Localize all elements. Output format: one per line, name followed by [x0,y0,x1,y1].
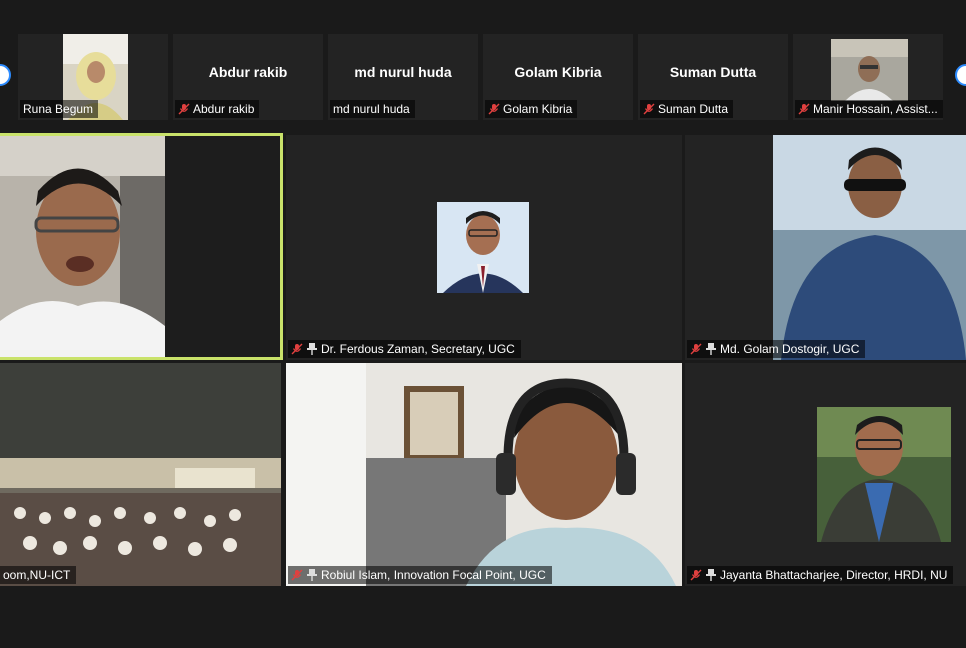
strip-tile-runa-begum[interactable]: Runa Begum [18,34,168,120]
participant-label: Suman Dutta [640,100,734,118]
pin-icon [706,569,716,581]
mic-off-icon [291,343,303,355]
strip-scroll-left-button[interactable] [0,64,11,86]
mic-off-icon [690,569,702,581]
participant-name: Suman Dutta [669,64,757,80]
participant-video [286,363,682,586]
video-tile-jayanta-bhattacharjee[interactable]: Jayanta Bhattacharjee, Director, HRDI, N… [685,363,966,586]
video-tile-robiul-islam[interactable]: Robiul Islam, Innovation Focal Point, UG… [286,363,682,586]
participant-label: Md. Golam Dostogir, UGC [687,340,866,358]
mic-off-icon [291,569,303,581]
participant-name: md nurul huda [354,64,452,80]
participant-label: Runa Begum [20,100,99,118]
participant-name: Golam Kibria [514,64,602,80]
pin-icon [307,343,317,355]
participant-name: Abdur rakib [208,64,288,80]
mic-off-icon [798,103,810,115]
participant-video [831,39,908,101]
participant-video [773,135,966,360]
video-tile-ferdous-zaman[interactable]: Dr. Ferdous Zaman, Secretary, UGC [286,135,682,360]
video-tile-golam-dostogir[interactable]: Md. Golam Dostogir, UGC [685,135,966,360]
profile-picture [817,407,951,542]
mic-off-icon [488,103,500,115]
participant-video [0,136,165,357]
strip-tile-suman-dutta[interactable]: Suman Dutta Suman Dutta [638,34,788,120]
video-tile-active-speaker[interactable] [0,133,283,360]
pin-icon [307,569,317,581]
participant-label: Manir Hossain, Assist... [795,100,943,118]
participant-label: md nurul huda [330,100,415,118]
participant-label: Dr. Ferdous Zaman, Secretary, UGC [288,340,521,358]
profile-picture [437,202,529,293]
strip-tile-manir-hossain[interactable]: Manir Hossain, Assist... [793,34,943,120]
participant-video [0,363,281,586]
participant-label: Robiul Islam, Innovation Focal Point, UG… [288,566,552,584]
strip-tile-abdur-rakib[interactable]: Abdur rakib Abdur rakib [173,34,323,120]
strip-tile-golam-kibria[interactable]: Golam Kibria Golam Kibria [483,34,633,120]
mic-off-icon [178,103,190,115]
participant-label: Abdur rakib [175,100,260,118]
strip-scroll-right-button[interactable] [955,64,966,86]
video-tile-nu-ict-room[interactable]: oom,NU-ICT [0,363,281,586]
pin-icon [706,343,716,355]
participant-label: Golam Kibria [485,100,578,118]
mic-off-icon [690,343,702,355]
mic-off-icon [643,103,655,115]
participant-label: Jayanta Bhattacharjee, Director, HRDI, N… [687,566,954,584]
participant-label: oom,NU-ICT [0,566,77,584]
strip-tile-md-nurul-huda[interactable]: md nurul huda md nurul huda [328,34,478,120]
